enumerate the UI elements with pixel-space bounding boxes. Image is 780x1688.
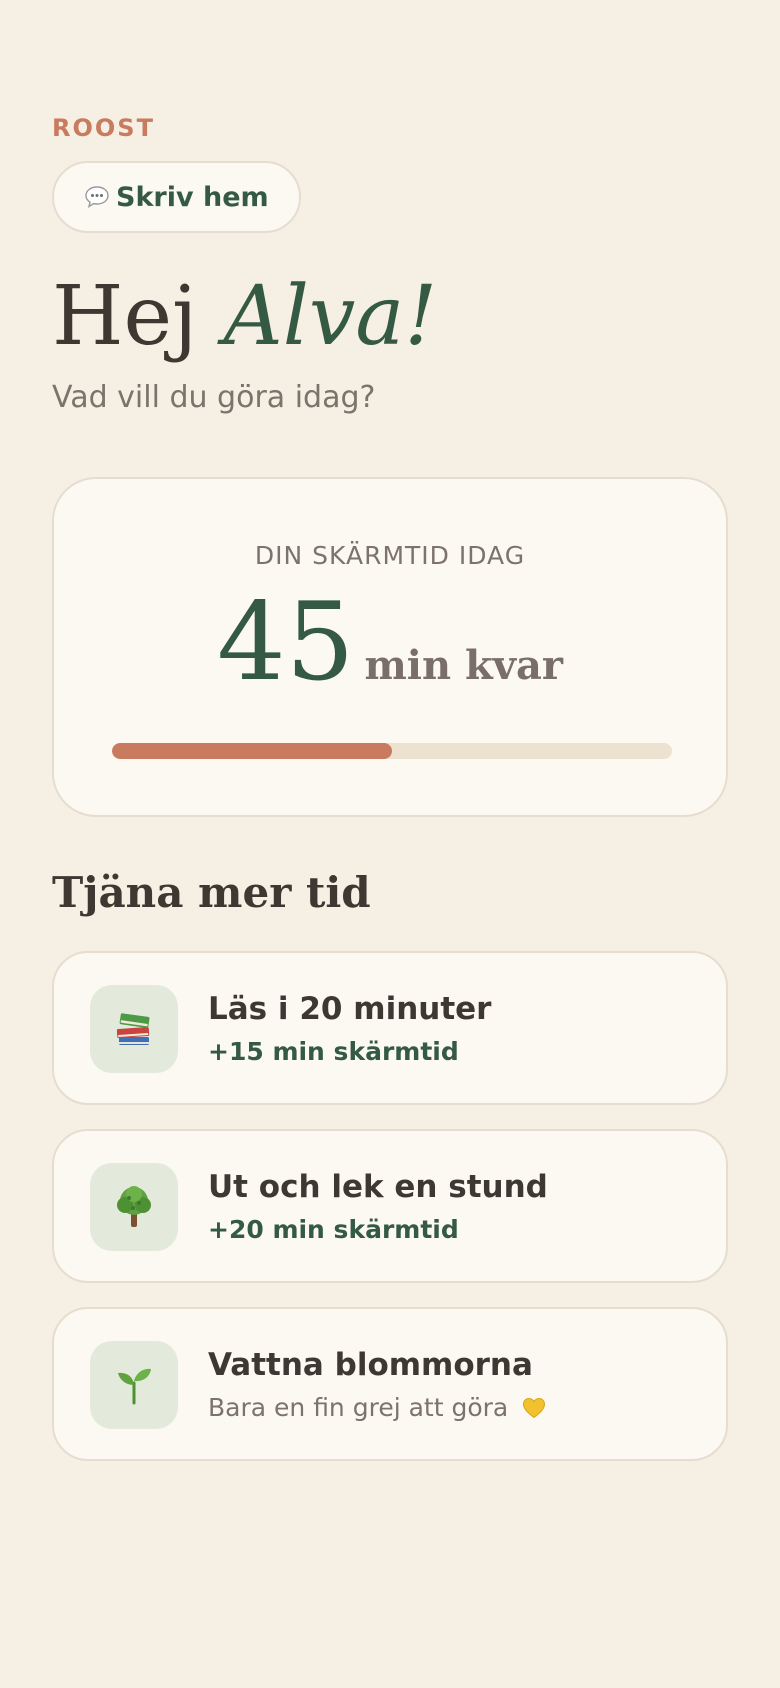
write-home-button[interactable]: Skriv hem xyxy=(52,161,301,233)
screen-time-progress-fill xyxy=(112,743,392,759)
greeting-hello: Hej xyxy=(52,269,198,364)
screen-time-minutes: 45 xyxy=(217,580,355,705)
tree-icon xyxy=(90,1163,178,1251)
seedling-icon xyxy=(90,1341,178,1429)
task-read[interactable]: Läs i 20 minuter +15 min skärmtid xyxy=(52,951,728,1105)
task-reward: +20 min skärmtid xyxy=(208,1215,459,1244)
screen-time-card: DIN SKÄRMTID IDAG 45 min kvar xyxy=(52,477,728,817)
screen-time-label: DIN SKÄRMTID IDAG xyxy=(254,541,526,570)
brand-logo: ROOST xyxy=(52,114,155,142)
write-home-label: Skriv hem xyxy=(116,181,269,213)
screen-time-progress-bar xyxy=(112,743,672,759)
yellow-heart-icon xyxy=(522,1396,546,1425)
speech-bubble-icon xyxy=(84,185,110,209)
screen-time-unit: min kvar xyxy=(364,642,563,689)
task-play-outside[interactable]: Ut och lek en stund +20 min skärmtid xyxy=(52,1129,728,1283)
greeting-name: Alva! xyxy=(223,269,438,364)
task-title: Ut och lek en stund xyxy=(208,1169,548,1205)
books-icon xyxy=(90,985,178,1073)
task-title: Vattna blommorna xyxy=(208,1347,533,1383)
earn-section-title: Tjäna mer tid xyxy=(52,868,371,917)
task-water-flowers[interactable]: Vattna blommorna Bara en fin grej att gö… xyxy=(52,1307,728,1461)
task-title: Läs i 20 minuter xyxy=(208,991,492,1027)
task-description: Bara en fin grej att göra xyxy=(208,1393,546,1425)
greeting-heading: Hej Alva! xyxy=(52,276,437,358)
screen-time-value: 45 min kvar xyxy=(54,589,726,697)
greeting-subtitle: Vad vill du göra idag? xyxy=(52,380,376,415)
task-description-text: Bara en fin grej att göra xyxy=(208,1393,509,1422)
task-reward: +15 min skärmtid xyxy=(208,1037,459,1066)
task-list: Läs i 20 minuter +15 min skärmtid Ut och… xyxy=(52,951,728,1485)
